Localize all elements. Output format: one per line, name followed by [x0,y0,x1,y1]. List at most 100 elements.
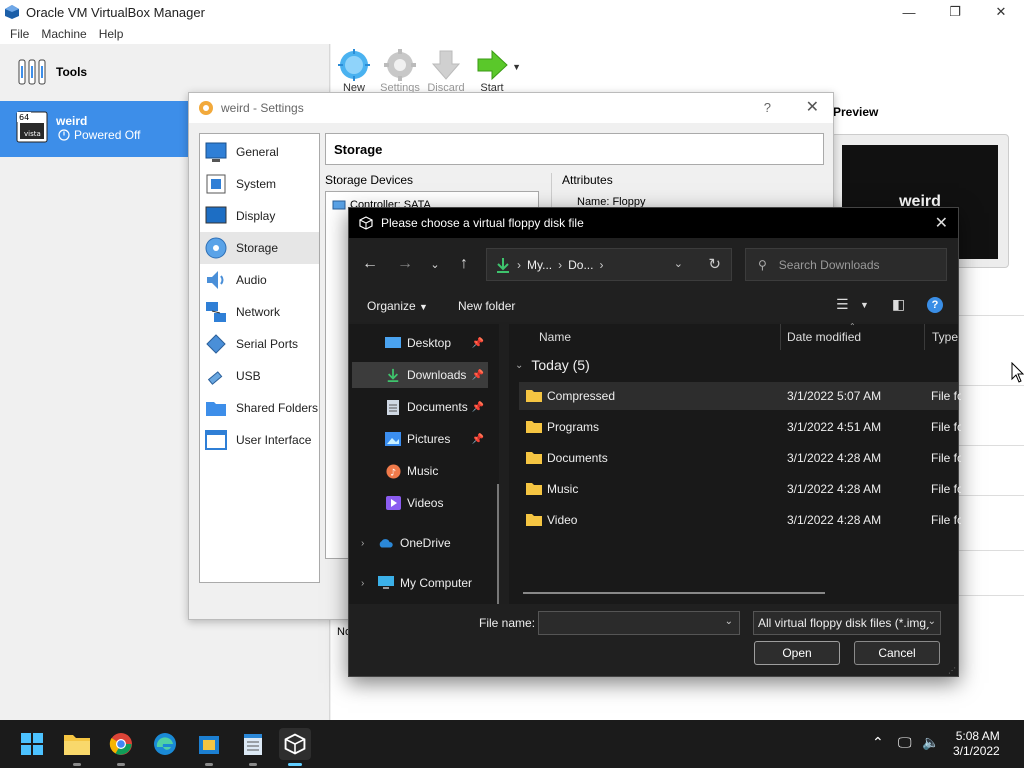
cancel-button[interactable]: Cancel [854,641,940,665]
file-row[interactable]: Documents 3/1/2022 4:28 AM File folder [519,444,961,472]
file-row[interactable]: Video 3/1/2022 4:28 AM File folder [519,506,961,534]
start-dropdown-icon[interactable]: ▼ [512,62,521,72]
file-name-input[interactable]: ⌄ [538,611,740,635]
minimize-button[interactable]: — [886,0,932,24]
column-header-type[interactable]: Type [932,330,958,344]
pin-icon: 📌 [471,433,484,445]
navigation-pane: Desktop 📌 Downloads 📌 Documents 📌 Pictur… [349,324,499,676]
file-row[interactable]: Compressed 3/1/2022 5:07 AM File folder [519,382,961,410]
taskbar-chrome[interactable] [105,728,137,760]
settings-nav-audio[interactable]: Audio [200,264,319,296]
file-type: File folder [931,420,961,434]
settings-nav-general[interactable]: General [200,136,319,168]
show-hidden-icons-chevron-icon[interactable]: ⌃ [872,734,884,751]
sidebar-item-music[interactable]: ♪ Music [352,458,488,484]
preview-pane-icon[interactable]: ◧ [892,296,905,313]
open-button[interactable]: Open [754,641,840,665]
sidebar-item-my-computer[interactable]: › My Computer [352,570,488,596]
running-indicator [249,763,257,766]
svg-text:♪: ♪ [390,467,396,478]
expand-chevron-icon[interactable]: › [361,538,364,549]
up-arrow-icon[interactable]: ↑ [452,252,476,276]
breadcrumb-my-computer[interactable]: My... [527,258,552,272]
expand-chevron-icon[interactable]: › [361,578,364,589]
forward-arrow-icon[interactable]: → [393,252,417,276]
sidebar-item-onedrive[interactable]: › OneDrive [352,530,488,556]
sidebar-item-videos[interactable]: Videos [352,490,488,516]
vm-state-label: Powered Off [74,128,141,142]
vm-state: Powered Off [58,128,140,142]
back-arrow-icon[interactable]: ← [358,252,382,276]
menu-machine[interactable]: Machine [35,27,92,41]
sidebar-item-documents[interactable]: Documents 📌 [352,394,488,420]
resize-grip-icon[interactable]: ⋰ [948,666,956,675]
menu-help[interactable]: Help [93,27,130,41]
file-type-filter-value: All virtual floppy disk files (*.img) [758,616,931,630]
breadcrumb-separator-icon: › [558,257,563,272]
sidebar-item-desktop[interactable]: Desktop 📌 [352,330,488,356]
volume-icon[interactable]: 🔈 [922,734,939,751]
taskbar-file-explorer[interactable] [61,728,93,760]
file-row[interactable]: Music 3/1/2022 4:28 AM File folder [519,475,961,503]
settings-nav-usb[interactable]: USB [200,360,319,392]
settings-nav-list: General System Display Storage Audio Net… [199,133,320,583]
help-icon[interactable]: ? [927,297,943,313]
column-header-name[interactable]: Name [539,330,571,344]
view-options-icon[interactable]: ☰ [836,296,849,313]
address-dropdown-icon[interactable]: ⌄ [674,257,683,270]
view-dropdown-icon[interactable]: ▼ [860,300,869,310]
column-divider[interactable] [924,324,925,350]
column-divider[interactable] [780,324,781,350]
taskbar-virtualbox-installer[interactable] [193,728,225,760]
settings-nav-storage[interactable]: Storage [200,232,319,264]
start-button[interactable] [16,728,48,760]
horizontal-scrollbar[interactable] [523,592,825,594]
settings-nav-serial-ports[interactable]: Serial Ports [200,328,319,360]
sidebar-item-downloads[interactable]: Downloads 📌 [352,362,488,388]
collapse-chevron-icon[interactable]: ⌄ [515,360,523,371]
settings-nav-user-interface[interactable]: User Interface [200,424,319,456]
settings-help-button[interactable]: ? [764,100,771,115]
pin-icon: 📌 [471,337,484,349]
settings-nav-shared-folders[interactable]: Shared Folders [200,392,319,424]
settings-nav-system[interactable]: System [200,168,319,200]
file-dialog-footer: File name: ⌄ All virtual floppy disk fil… [349,604,958,676]
new-folder-button[interactable]: New folder [458,299,515,313]
settings-nav-label: User Interface [236,433,312,447]
refresh-icon[interactable]: ↻ [708,255,721,273]
file-type-filter[interactable]: All virtual floppy disk files (*.img) ⌄ [753,611,941,635]
network-icon[interactable]: 🖵 [898,734,912,751]
display-icon [205,206,227,224]
sidebar-item-pictures[interactable]: Pictures 📌 [352,426,488,452]
organize-button[interactable]: Organize ▼ [367,299,428,313]
taskbar-edge[interactable] [149,728,181,760]
file-dialog-close-button[interactable]: ✕ [935,213,948,233]
file-row[interactable]: Programs 3/1/2022 4:51 AM File folder [519,413,961,441]
maximize-button[interactable]: ❐ [932,0,978,24]
breadcrumb-downloads[interactable]: Do... [568,258,593,272]
file-dialog-command-bar: Organize ▼ New folder ☰ ▼ ◧ ? [349,290,958,322]
address-bar[interactable]: › My... › Do... › ⌄ ↻ [486,248,732,281]
taskbar-virtualbox[interactable] [279,728,311,760]
search-box[interactable]: ⚲ Search Downloads [745,248,947,281]
group-header[interactable]: ⌄ Today (5) [515,357,590,373]
organize-label: Organize [367,299,416,313]
chevron-down-icon[interactable]: ⌄ [725,616,733,627]
close-button[interactable]: ✕ [978,0,1024,24]
sidebar-label: OneDrive [400,536,451,550]
settings-nav-display[interactable]: Display [200,200,319,232]
taskbar-notepad[interactable] [237,728,269,760]
pin-icon: 📌 [471,369,484,381]
chevron-down-icon[interactable]: ⌄ [925,616,936,627]
sidebar-label: My Computer [400,576,473,590]
menu-file[interactable]: File [4,27,35,41]
settings-close-button[interactable]: ✕ [806,97,819,117]
recent-locations-chevron-icon[interactable]: ⌄ [423,252,447,276]
settings-nav-network[interactable]: Network [200,296,319,328]
clock[interactable]: 5:08 AM 3/1/2022 [953,729,1000,759]
clock-date: 3/1/2022 [953,744,1000,758]
column-header-date[interactable]: Date modified [787,330,861,344]
desktop-icon [385,335,401,351]
settings-title-bar: weird - Settings ? ✕ [189,93,833,123]
mouse-cursor-icon [1011,362,1024,383]
